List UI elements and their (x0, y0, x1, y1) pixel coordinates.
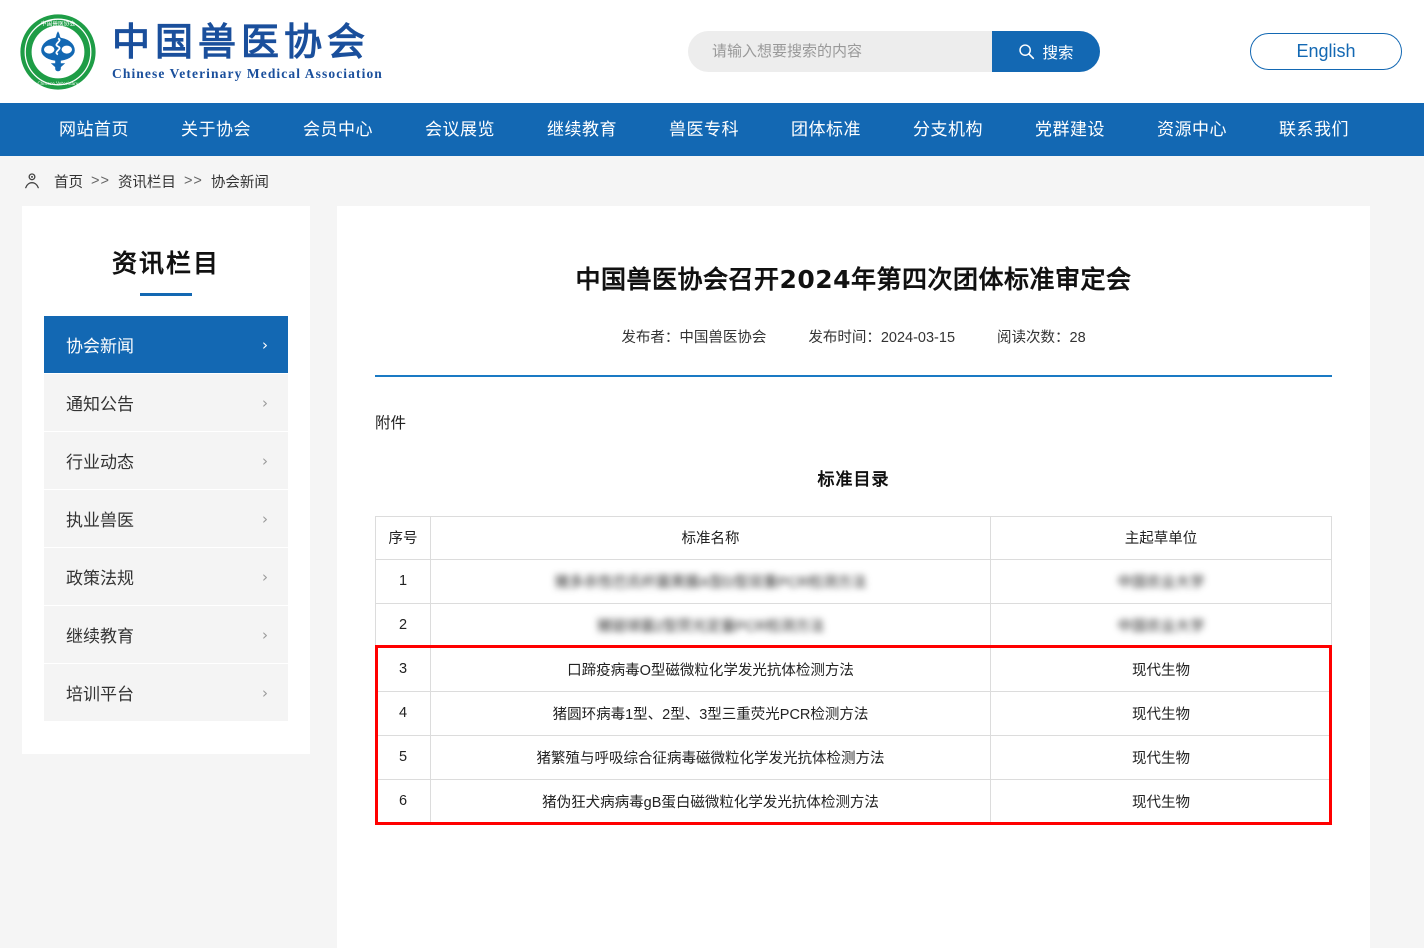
cell-index: 2 (375, 602, 431, 648)
nav-item-home[interactable]: 网站首页 (33, 103, 155, 156)
nav-item-party[interactable]: 党群建设 (1009, 103, 1131, 156)
table-row: 1 猪多杀性巴氏杆菌荚膜A型D型双重PCR检测方法 中国农业大学 (375, 558, 1332, 604)
sidebar-item-label: 协会新闻 (66, 337, 134, 356)
article-author: 发布者：中国兽医协会 (621, 330, 767, 346)
cvma-logo-icon: 中国兽医协会 Chinese Veterinary (18, 12, 98, 92)
breadcrumb-separator-2: >> (183, 173, 203, 189)
meta-divider (375, 375, 1332, 377)
cell-index: 6 (375, 778, 431, 824)
cell-standard-name: 口蹄疫病毒O型磁微粒化学发光抗体检测方法 (430, 646, 991, 692)
nav-item-resources[interactable]: 资源中心 (1131, 103, 1253, 156)
nav-item-events[interactable]: 会议展览 (399, 103, 521, 156)
table-header-row: 序号 标准名称 主起草单位 (375, 515, 1332, 560)
search-bar: 搜索 (688, 31, 1100, 72)
main-navigation: 网站首页 关于协会 会员中心 会议展览 继续教育 兽医专科 团体标准 分支机构 … (0, 103, 1424, 156)
nav-item-members[interactable]: 会员中心 (277, 103, 399, 156)
cell-standard-name: 猪伪狂犬病病毒gB蛋白磁微粒化学发光抗体检测方法 (430, 778, 991, 824)
table-row: 6 猪伪狂犬病病毒gB蛋白磁微粒化学发光抗体检测方法 现代生物 (375, 778, 1332, 824)
cell-drafting-unit: 中国农业大学 (990, 558, 1332, 604)
cell-standard-name: 猪链球菌2型荧光定量PCR检测方法 (430, 602, 991, 648)
cell-standard-name: 猪圆环病毒1型、2型、3型三重荧光PCR检测方法 (430, 690, 991, 736)
chevron-right-icon: › (262, 509, 268, 528)
sidebar-item-industry-news[interactable]: 行业动态 › (44, 432, 288, 489)
breadcrumb: 首页 >> 资讯栏目 >> 协会新闻 (0, 156, 1424, 206)
nav-item-about[interactable]: 关于协会 (155, 103, 277, 156)
sidebar-item-policies[interactable]: 政策法规 › (44, 548, 288, 605)
page-layout: 资讯栏目 协会新闻 › 通知公告 › 行业动态 › 执业兽医 › 政策法规 › … (0, 206, 1424, 948)
cell-index: 5 (375, 734, 431, 780)
sidebar-item-label: 行业动态 (66, 453, 134, 472)
standards-table-zone: 序号 标准名称 主起草单位 1 猪多杀性巴氏杆菌荚膜A型D型双重PCR检测方法 … (375, 515, 1332, 826)
brand-name-en: Chinese Veterinary Medical Association (112, 66, 383, 82)
sidebar-item-training-platform[interactable]: 培训平台 › (44, 664, 288, 721)
chevron-right-icon: › (262, 451, 268, 470)
nav-item-contact[interactable]: 联系我们 (1253, 103, 1375, 156)
col-header-standard-name: 标准名称 (430, 515, 991, 560)
cell-standard-name: 猪繁殖与呼吸综合征病毒磁微粒化学发光抗体检测方法 (430, 734, 991, 780)
table-row: 3 口蹄疫病毒O型磁微粒化学发光抗体检测方法 现代生物 (375, 646, 1332, 692)
table-row: 2 猪链球菌2型荧光定量PCR检测方法 中国农业大学 (375, 602, 1332, 648)
cell-drafting-unit: 现代生物 (990, 646, 1332, 692)
cell-standard-name: 猪多杀性巴氏杆菌荚膜A型D型双重PCR检测方法 (430, 558, 991, 604)
standards-table: 序号 标准名称 主起草单位 1 猪多杀性巴氏杆菌荚膜A型D型双重PCR检测方法 … (375, 515, 1332, 824)
location-pin-icon (22, 171, 42, 191)
cell-drafting-unit: 中国农业大学 (990, 602, 1332, 648)
sidebar-item-label: 通知公告 (66, 395, 134, 414)
nav-item-specialty[interactable]: 兽医专科 (643, 103, 765, 156)
sidebar-item-label: 执业兽医 (66, 511, 134, 530)
search-button-label: 搜索 (1042, 44, 1074, 62)
table-row: 4 猪圆环病毒1型、2型、3型三重荧光PCR检测方法 现代生物 (375, 690, 1332, 736)
nav-item-branches[interactable]: 分支机构 (887, 103, 1009, 156)
chevron-right-icon: › (262, 683, 268, 702)
chevron-right-icon: › (262, 625, 268, 644)
col-header-index: 序号 (375, 515, 431, 560)
sidebar-item-association-news[interactable]: 协会新闻 › (44, 316, 288, 373)
breadcrumb-separator-1: >> (91, 173, 110, 189)
nav-item-education[interactable]: 继续教育 (521, 103, 643, 156)
col-header-drafting-unit: 主起草单位 (990, 515, 1332, 560)
sidebar-item-label: 政策法规 (66, 569, 134, 588)
sidebar-title: 资讯栏目 (111, 249, 220, 278)
article-date: 发布时间：2024-03-15 (808, 330, 956, 346)
table-caption: 标准目录 (817, 469, 890, 490)
cell-drafting-unit: 现代生物 (990, 690, 1332, 736)
nav-item-standards[interactable]: 团体标准 (765, 103, 887, 156)
svg-text:Chinese Veterinary: Chinese Veterinary (38, 80, 79, 86)
cell-index: 4 (375, 690, 431, 736)
sidebar-item-licensed-vets[interactable]: 执业兽医 › (44, 490, 288, 547)
search-button[interactable]: 搜索 (992, 31, 1100, 72)
table-row: 5 猪繁殖与呼吸综合征病毒磁微粒化学发光抗体检测方法 现代生物 (375, 734, 1332, 780)
article-views: 阅读次数：28 (997, 330, 1086, 346)
sidebar-item-continuing-education[interactable]: 继续教育 › (44, 606, 288, 663)
attachment-label: 附件 (375, 414, 407, 432)
sidebar-item-label: 继续教育 (66, 627, 134, 646)
site-header: 中国兽医协会 Chinese Veterinary 中国兽医协会 Chinese… (0, 0, 1424, 103)
search-icon (1018, 43, 1035, 60)
chevron-right-icon: › (262, 393, 268, 412)
cell-drafting-unit: 现代生物 (990, 734, 1332, 780)
brand-name-cn: 中国兽医协会 (112, 19, 371, 64)
sidebar: 资讯栏目 协会新闻 › 通知公告 › 行业动态 › 执业兽医 › 政策法规 › … (22, 206, 310, 754)
chevron-right-icon: › (262, 567, 268, 586)
site-brand[interactable]: 中国兽医协会 Chinese Veterinary 中国兽医协会 Chinese… (18, 12, 383, 92)
page-title: 中国兽医协会召开2024年第四次团体标准审定会 (575, 265, 1132, 294)
breadcrumb-item-association-news[interactable]: 协会新闻 (211, 171, 269, 192)
breadcrumb-item-home[interactable]: 首页 (54, 171, 83, 192)
sidebar-item-label: 培训平台 (66, 685, 134, 704)
language-switch-button[interactable]: English (1250, 33, 1402, 70)
article-panel: 中国兽医协会召开2024年第四次团体标准审定会 发布者：中国兽医协会 发布时间：… (337, 206, 1370, 948)
sidebar-title-underline (140, 293, 192, 296)
breadcrumb-item-news-column[interactable]: 资讯栏目 (118, 171, 176, 192)
cell-index: 1 (375, 558, 431, 604)
cell-index: 3 (375, 646, 431, 692)
chevron-right-icon: › (262, 335, 268, 354)
article-meta: 发布者：中国兽医协会 发布时间：2024-03-15 阅读次数：28 (375, 326, 1332, 347)
search-input[interactable] (688, 31, 992, 72)
sidebar-item-notices[interactable]: 通知公告 › (44, 374, 288, 431)
cell-drafting-unit: 现代生物 (990, 778, 1332, 824)
